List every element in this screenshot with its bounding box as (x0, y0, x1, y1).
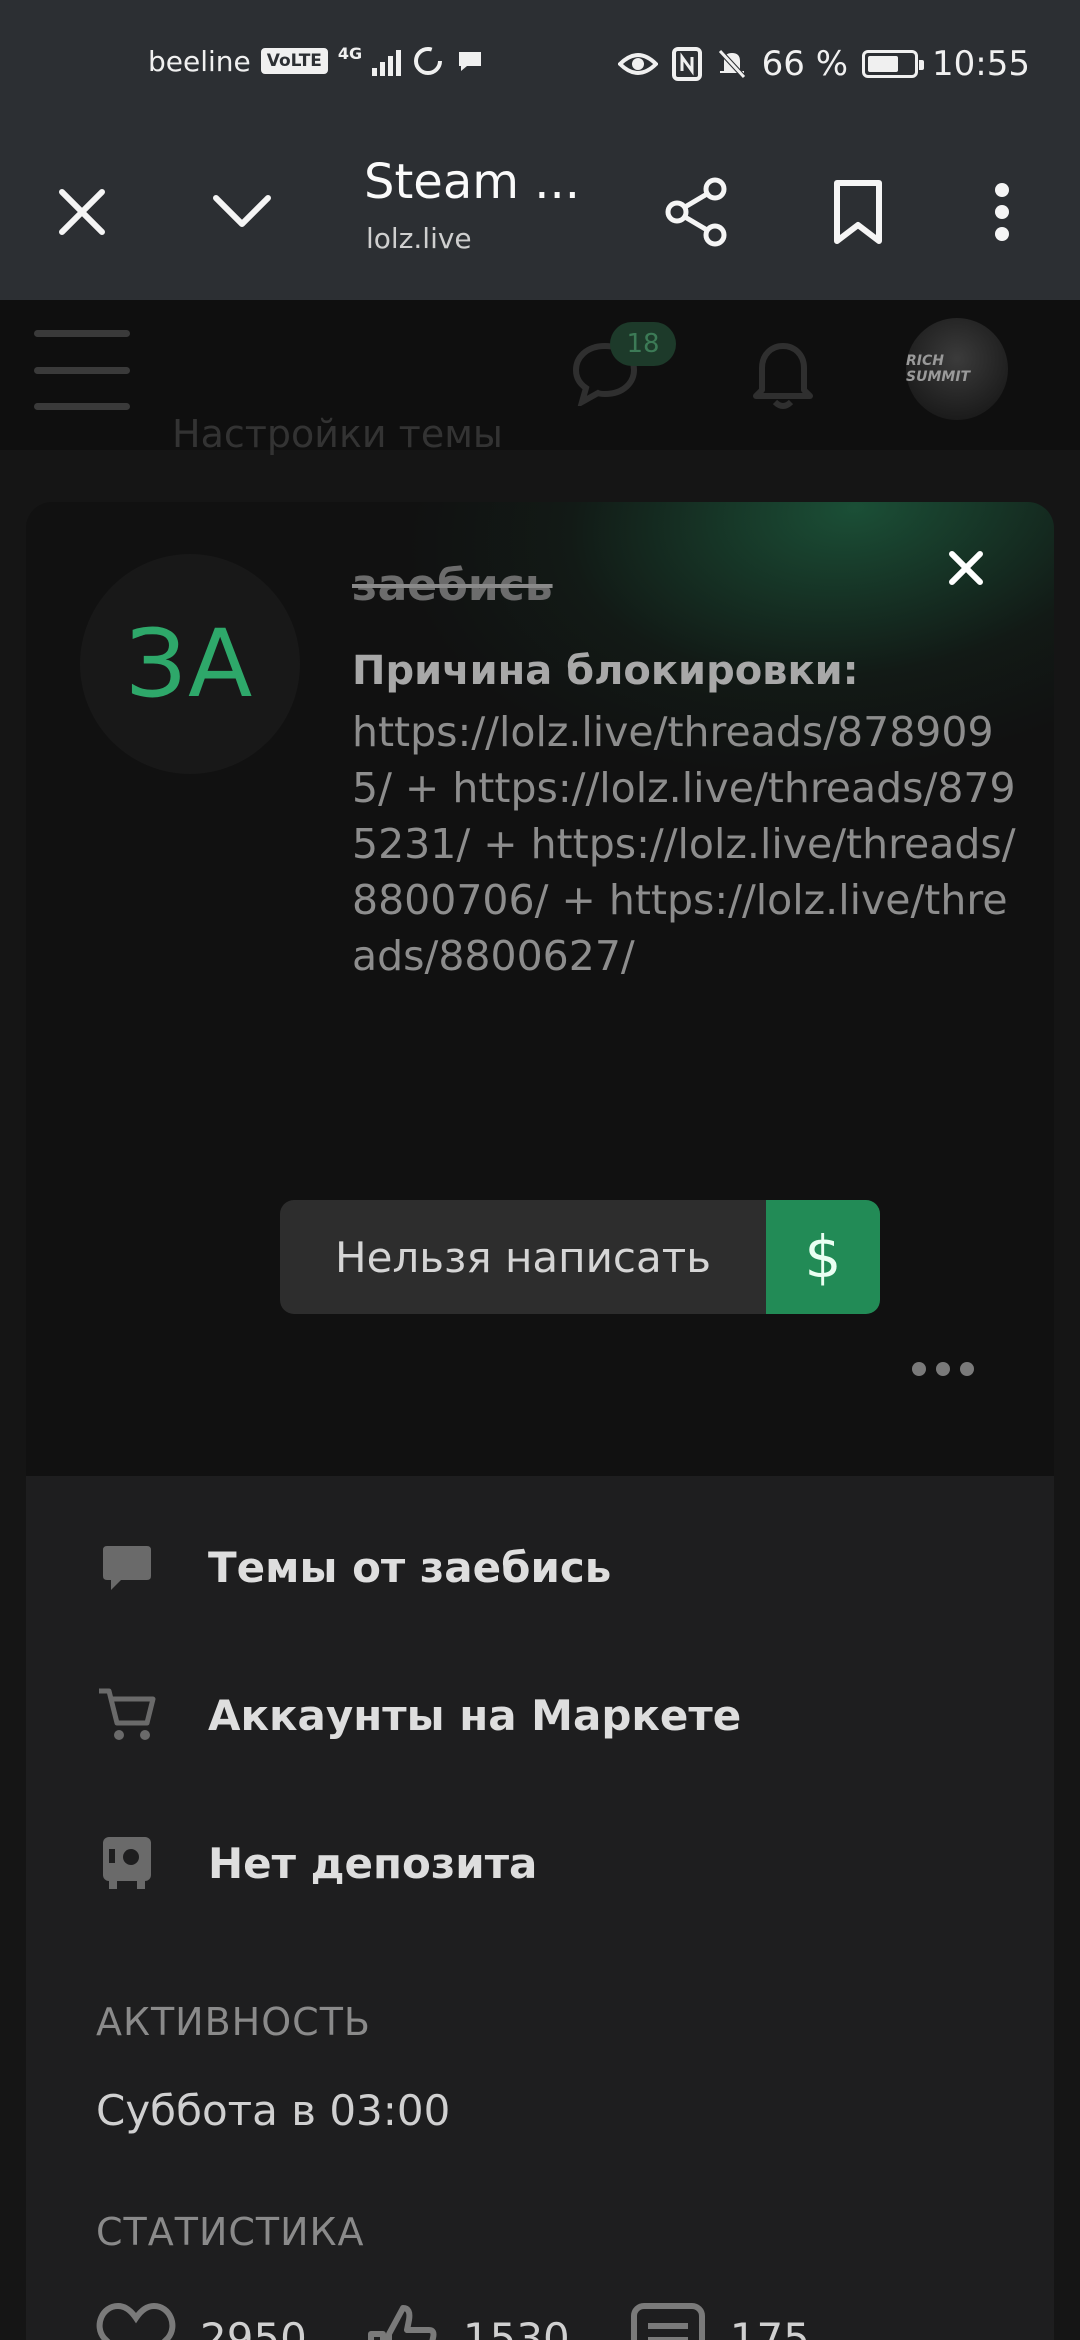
clock: 10:55 (932, 44, 1030, 84)
notifications-bell-icon[interactable] (748, 336, 818, 412)
more-options-icon[interactable] (912, 1362, 974, 1376)
messages-count-badge: 18 (610, 322, 676, 366)
signal-icon (372, 46, 402, 76)
close-icon (59, 189, 105, 235)
minimize-button[interactable] (200, 170, 284, 254)
browser-toolbar: Steam ... lolz.live (0, 130, 1080, 300)
carrier-name: beeline (148, 44, 251, 78)
battery-icon (862, 50, 925, 78)
chat-notification-icon (459, 52, 482, 71)
share-icon (665, 177, 727, 247)
ban-reason-text: https://lolz.live/threads/8789095/ + htt… (352, 708, 1016, 980)
money-transfer-button[interactable]: $ (766, 1200, 880, 1314)
user-avatar[interactable]: RICH SUMMIT (906, 318, 1008, 420)
chevron-down-icon (213, 195, 271, 227)
profile-username[interactable]: заебись (352, 560, 553, 611)
more-vertical-icon (995, 183, 1009, 241)
page-url: lolz.live (366, 222, 472, 255)
thread-settings-text: Настройки темы (172, 412, 503, 456)
chat-bubble-icon (96, 1536, 158, 1598)
activity-title: АКТИВНОСТЬ (96, 2000, 371, 2044)
deposit-status-link[interactable]: Нет депозита (96, 1832, 537, 1894)
sync-icon (414, 47, 443, 75)
activity-value: Суббота в 03:00 (96, 2086, 451, 2135)
profile-details-panel: Темы от заебись Аккаунты на Маркете Нет … (26, 1476, 1054, 2340)
statistics-title: СТАТИСТИКА (96, 2210, 365, 2254)
posts-count: 175 (729, 2313, 810, 2340)
bookmark-button[interactable] (816, 170, 900, 254)
close-tab-button[interactable] (40, 170, 124, 254)
status-bar: beeline VoLTE 4G 66 % 10:55 (0, 0, 1080, 130)
profile-avatar: ЗА (80, 554, 300, 774)
message-action-group: Нельзя написать $ (280, 1200, 880, 1314)
heart-icon (96, 2302, 176, 2340)
status-left: beeline VoLTE 4G (148, 44, 485, 78)
status-right: 66 % 10:55 (617, 44, 1030, 84)
safe-icon (96, 1832, 158, 1894)
page-title: Steam ... (364, 154, 581, 210)
cart-icon (96, 1684, 158, 1746)
user-threads-label: Темы от заебись (208, 1542, 612, 1592)
hamburger-menu-icon[interactable] (34, 330, 130, 410)
bookmark-icon (834, 180, 882, 244)
ban-reason-label: Причина блокировки: (352, 648, 859, 694)
cannot-write-button[interactable]: Нельзя написать (280, 1200, 766, 1314)
thumbs-up-icon (367, 2305, 437, 2340)
network-type: 4G (337, 44, 363, 63)
close-card-icon[interactable] (946, 548, 986, 588)
posts-stat: 175 (630, 2302, 810, 2340)
reactions-stat: 1530 (367, 2302, 570, 2340)
deposit-status-label: Нет депозита (208, 1838, 538, 1888)
posts-icon (630, 2303, 705, 2340)
likes-stat: 2950 (96, 2302, 307, 2340)
eye-icon (617, 53, 658, 75)
share-button[interactable] (654, 170, 738, 254)
volte-badge: VoLTE (260, 48, 328, 74)
user-threads-link[interactable]: Темы от заебись (96, 1536, 611, 1598)
market-accounts-link[interactable]: Аккаунты на Маркете (96, 1684, 741, 1746)
more-menu-button[interactable] (960, 170, 1044, 254)
likes-count: 2950 (200, 2313, 307, 2340)
market-accounts-label: Аккаунты на Маркете (208, 1690, 742, 1740)
mute-icon (717, 49, 746, 79)
reactions-count: 1530 (462, 2313, 570, 2340)
profile-card: ЗА заебись Причина блокировки: https://l… (26, 502, 1054, 1502)
statistics-row: 2950 1530 175 (96, 2302, 810, 2340)
nfc-icon (671, 47, 702, 81)
battery-percent: 66 % (761, 44, 849, 84)
site-header: 18 RICH SUMMIT (0, 300, 1080, 450)
